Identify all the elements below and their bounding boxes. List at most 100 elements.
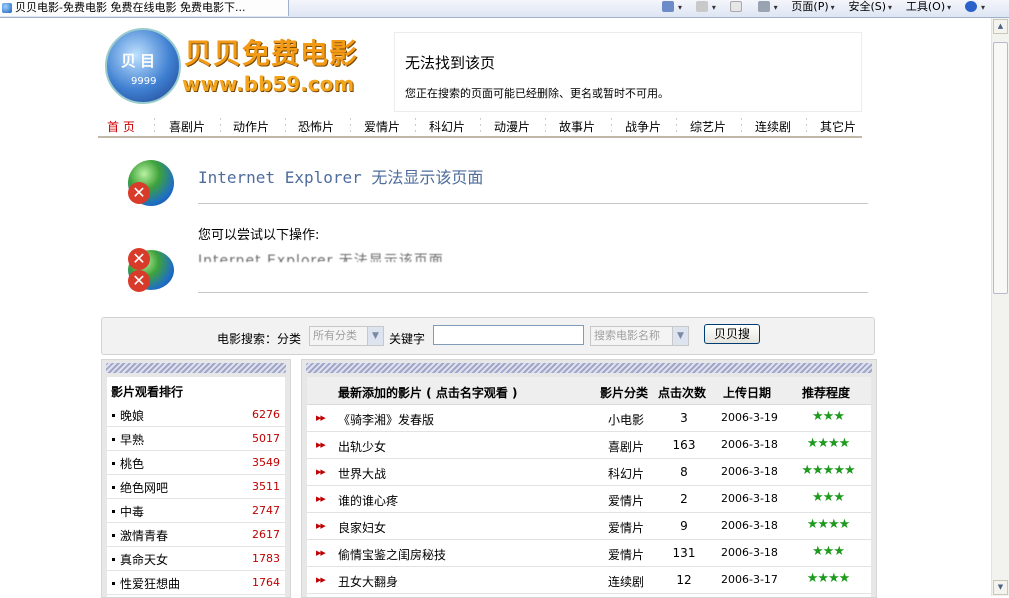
feeds-button[interactable]: ▾: [695, 0, 716, 15]
home-icon: [662, 1, 675, 12]
view-count: 2617: [252, 528, 280, 541]
ranking-title: 影片观看排行: [111, 385, 184, 399]
movie-title-link[interactable]: 世界大战: [338, 465, 386, 482]
movie-title-link[interactable]: 良家妇女: [338, 519, 386, 536]
print-button[interactable]: ▾: [757, 0, 778, 15]
vertical-scrollbar[interactable]: ▲ ▼: [991, 18, 1009, 596]
read-mail-button[interactable]: [729, 0, 744, 14]
star-rating: ★★★★: [806, 517, 851, 532]
movie-category: 爱情片: [608, 494, 645, 508]
panel-header-stripe: [306, 363, 872, 373]
nav-war[interactable]: 战争片: [625, 118, 661, 135]
movie-name[interactable]: 真命天女: [120, 551, 168, 568]
movie-title-link[interactable]: 丑女大翻身: [338, 573, 398, 590]
table-row: ▶▶ 偷情宝鉴之闺房秘技 爱情片 131 2006-3-18 ★★★: [307, 540, 871, 567]
list-item[interactable]: 绝色网吧 3511: [107, 475, 285, 499]
page-menu[interactable]: 页面(P) ▾: [791, 0, 834, 15]
movie-title-link[interactable]: 谁的谁心疼: [338, 492, 398, 509]
keyword-input[interactable]: [433, 325, 584, 345]
nav-separator: · · ·: [284, 115, 287, 137]
view-count: 1764: [252, 576, 280, 589]
panel-header-stripe: [106, 363, 286, 373]
movie-date: 2006-3-17: [721, 573, 778, 586]
movie-title-link[interactable]: 出轨少女: [338, 438, 386, 455]
nav-series[interactable]: 连续剧: [755, 118, 791, 135]
latest-movies-table: 最新添加的影片 ( 点击名字观看 ) 影片分类 点击次数 上传日期 推荐程度 ▶…: [307, 377, 871, 597]
view-count: 3511: [252, 480, 280, 493]
mail-icon: [729, 1, 742, 12]
header-error-frame: 无法找到该页 您正在搜索的页面可能已经删除、更名或暂时不可用。: [394, 32, 862, 112]
star-rating: ★★★: [812, 409, 845, 424]
nav-action[interactable]: 动作片: [233, 118, 269, 135]
list-item[interactable]: 激情青春 2617: [107, 523, 285, 547]
scroll-down-button[interactable]: ▼: [993, 580, 1008, 595]
error-x-icon: ✕: [128, 270, 150, 292]
movie-name[interactable]: 晚娘: [120, 407, 144, 424]
col-date-header: 上传日期: [723, 386, 772, 400]
search-field-select[interactable]: 搜索电影名称 ▼: [590, 326, 689, 346]
nav-scifi[interactable]: 科幻片: [429, 118, 465, 135]
list-item[interactable]: 早熟 5017: [107, 427, 285, 451]
movie-search-bar: 电影搜索：分类 所有分类 ▼ 关键字 搜索电影名称 ▼ 贝贝搜: [101, 317, 875, 355]
movie-name[interactable]: 性爱狂想曲: [120, 575, 180, 592]
nav-other[interactable]: 其它片: [820, 118, 856, 135]
table-row: ▶▶ 良家妇女 爱情片 9 2006-3-18 ★★★★: [307, 513, 871, 540]
arrow-bullet-icon: ▶▶: [316, 414, 326, 422]
nav-home[interactable]: 首 页: [107, 118, 135, 135]
movie-category: 爱情片: [608, 521, 645, 535]
scroll-up-button[interactable]: ▲: [993, 19, 1008, 34]
nav-romance[interactable]: 爱情片: [364, 118, 400, 135]
list-item[interactable]: 晚娘 6276: [107, 403, 285, 427]
tools-menu-label: 工具(O): [905, 0, 946, 13]
movie-category: 喜剧片: [608, 440, 645, 454]
movie-date: 2006-3-18: [721, 465, 778, 478]
col-rating-header: 推荐程度: [802, 386, 851, 400]
movie-name[interactable]: 绝色网吧: [120, 479, 168, 496]
help-button[interactable]: ▾: [964, 0, 985, 15]
list-item[interactable]: 桃色 3549: [107, 451, 285, 475]
movie-clicks: 3: [680, 411, 688, 425]
nav-comedy[interactable]: 喜剧片: [169, 118, 205, 135]
safety-menu[interactable]: 安全(S) ▾: [848, 0, 892, 15]
table-body: ▶▶ 《骑李湘》发春版 小电影 3 2006-3-19 ★★★ ▶▶ 出轨少女 喜剧片 163 2…: [307, 405, 871, 594]
site-logo[interactable]: 贝目 9999 贝贝免费电影 www.bb59.com: [98, 18, 388, 116]
list-item[interactable]: 中毒 2747: [107, 499, 285, 523]
movie-clicks: 12: [676, 573, 692, 587]
nav-separator: · · ·: [740, 115, 743, 137]
star-rating: ★★★★★: [801, 463, 855, 478]
logo-badge-number: 9999: [131, 76, 157, 87]
tools-menu[interactable]: 工具(O) ▾: [906, 0, 951, 15]
ie-divider: [198, 292, 868, 293]
nav-story[interactable]: 故事片: [559, 118, 595, 135]
search-button[interactable]: 贝贝搜: [704, 324, 760, 344]
list-item[interactable]: 性爱狂想曲 1764: [107, 571, 285, 595]
movie-name[interactable]: 早熟: [120, 431, 144, 448]
browser-tab[interactable]: 贝贝电影-免费电影 免费在线电影 免费电影下...: [0, 0, 289, 16]
table-row: ▶▶ 《骑李湘》发春版 小电影 3 2006-3-19 ★★★: [307, 405, 871, 432]
list-item[interactable]: 真命天女 1783: [107, 547, 285, 571]
nav-horror[interactable]: 恐怖片: [298, 118, 334, 135]
home-button[interactable]: ▾: [662, 0, 682, 15]
nav-anime[interactable]: 动漫片: [494, 118, 530, 135]
star-rating: ★★★★: [806, 571, 851, 586]
tab-title: 贝贝电影-免费电影 免费在线电影 免费电影下...: [15, 1, 246, 14]
command-bar: ▾ ▾ ▾ 页面(P) ▾ 安全(S) ▾ 工具(O) ▾ ▾: [652, 0, 985, 16]
movie-date: 2006-3-18: [721, 519, 778, 532]
category-select[interactable]: 所有分类 ▼: [309, 326, 384, 346]
movie-title-link[interactable]: 偷情宝鉴之闺房秘技: [338, 546, 446, 563]
bullet-icon: [112, 462, 115, 465]
bullet-icon: [112, 486, 115, 489]
arrow-bullet-icon: ▶▶: [316, 549, 326, 557]
movie-name[interactable]: 桃色: [120, 455, 144, 472]
movie-clicks: 9: [680, 519, 688, 533]
scroll-thumb[interactable]: [993, 42, 1008, 294]
table-row: ▶▶ 谁的谁心疼 爱情片 2 2006-3-18 ★★★: [307, 486, 871, 513]
movie-name[interactable]: 激情青春: [120, 527, 168, 544]
movie-name[interactable]: 中毒: [120, 503, 144, 520]
bullet-icon: [112, 414, 115, 417]
movie-clicks: 131: [672, 546, 696, 560]
movie-date: 2006-3-18: [721, 438, 778, 451]
nav-variety[interactable]: 综艺片: [690, 118, 726, 135]
movie-title-link[interactable]: 《骑李湘》发春版: [338, 411, 434, 428]
latest-movies-panel: 最新添加的影片 ( 点击名字观看 ) 影片分类 点击次数 上传日期 推荐程度 ▶…: [301, 359, 877, 598]
